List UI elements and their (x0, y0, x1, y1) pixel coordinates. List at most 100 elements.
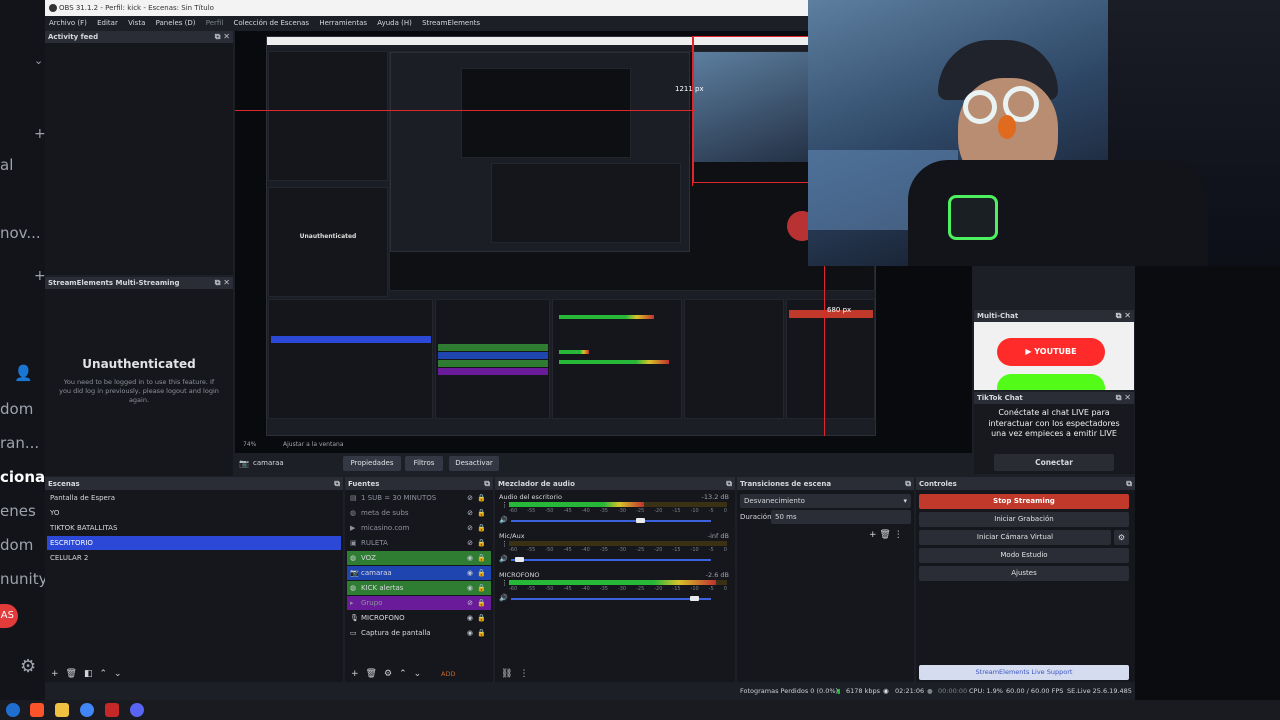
add-icon[interactable]: + (51, 669, 59, 679)
source-item[interactable]: 📷 camaraa ◉ 🔒 (347, 566, 491, 580)
filter-icon[interactable]: ◧ (84, 669, 93, 679)
filters-button[interactable]: Filtros (405, 456, 443, 471)
source-item[interactable]: ◍ VOZ ◉ 🔒 (347, 551, 491, 565)
menu-coleccion[interactable]: Colección de Escenas (234, 19, 310, 27)
add-icon[interactable]: + (869, 530, 877, 540)
dock-float-close-icon[interactable]: ⧉ ✕ (1116, 310, 1131, 322)
up-arrow-icon[interactable]: ⌃ (100, 669, 108, 679)
gear-icon[interactable]: ⚙ (20, 656, 36, 677)
source-item[interactable]: ▭ Captura de pantalla ◉ 🔒 (347, 626, 491, 640)
properties-button[interactable]: Propiedades (343, 456, 401, 471)
lock-icon[interactable]: 🔒 (477, 536, 486, 550)
volume-knob[interactable] (690, 596, 700, 601)
studio-mode-button[interactable]: Modo Estudio (919, 548, 1129, 563)
scene-item[interactable]: Pantalla de Espera (47, 491, 341, 505)
menu-ayuda[interactable]: Ayuda (H) (377, 19, 412, 27)
lock-icon[interactable]: 🔒 (477, 551, 486, 565)
down-arrow-icon[interactable]: ⌄ (114, 669, 122, 679)
lock-icon[interactable]: 🔒 (477, 611, 486, 625)
eye-hidden-icon[interactable]: ⊘ (467, 491, 473, 505)
lock-icon[interactable]: 🔒 (477, 491, 486, 505)
deactivate-button[interactable]: Desactivar (449, 456, 499, 471)
eye-icon[interactable]: ◉ (467, 581, 473, 595)
virtual-camera-button[interactable]: Iniciar Cámara Virtual (919, 530, 1111, 545)
dock-float-close-icon[interactable]: ⧉ ✕ (215, 277, 230, 289)
source-item[interactable]: ◍ meta de subs ⊘ 🔒 (347, 506, 491, 520)
trash-icon[interactable]: 🗑 (879, 530, 890, 540)
menu-paneles[interactable]: Paneles (D) (156, 19, 196, 27)
menu-streamelements[interactable]: StreamElements (422, 19, 480, 27)
scene-item-selected[interactable]: ESCRITORIO (47, 536, 341, 550)
channel-menu-icon[interactable]: ⋮ (501, 579, 508, 587)
volume-slider[interactable] (511, 596, 711, 601)
eye-hidden-icon[interactable]: ⊘ (467, 521, 473, 535)
live-support-button[interactable]: StreamElements Live Support (919, 665, 1129, 680)
scene-item[interactable]: TIKTOK BATALLITAS (47, 521, 341, 535)
settings-button[interactable]: Ajustes (919, 566, 1129, 581)
source-item[interactable]: ▣ RULETA ⊘ 🔒 (347, 536, 491, 550)
kick-button[interactable] (997, 374, 1105, 390)
dock-float-icon[interactable]: ⧉ (484, 478, 490, 490)
channel-menu-icon[interactable]: ⋮ (501, 540, 508, 548)
link-icon[interactable]: ⛓ (501, 669, 512, 679)
source-item[interactable]: ▸ Grupo ⊘ 🔒 (347, 596, 491, 610)
source-item[interactable]: 🎙 MICROFONO ◉ 🔒 (347, 611, 491, 625)
start-recording-button[interactable]: Iniciar Grabación (919, 512, 1129, 527)
eye-icon[interactable]: ◉ (467, 611, 473, 625)
menu-herramientas[interactable]: Herramientas (319, 19, 367, 27)
add-icon[interactable]: + (351, 669, 359, 679)
dock-float-close-icon[interactable]: ⧉ ✕ (215, 31, 230, 43)
trash-icon[interactable]: 🗑 (366, 669, 377, 679)
source-item[interactable]: ▶ micasino.com ⊘ 🔒 (347, 521, 491, 535)
eye-icon[interactable]: ◉ (467, 551, 473, 565)
volume-knob[interactable] (635, 518, 645, 523)
up-arrow-icon[interactable]: ⌃ (399, 669, 407, 679)
lock-icon[interactable]: 🔒 (477, 521, 486, 535)
virtual-camera-settings-icon[interactable]: ⚙ (1114, 530, 1129, 545)
more-icon[interactable]: ⋮ (894, 530, 903, 540)
edge-icon[interactable] (6, 703, 20, 717)
menu-perfil[interactable]: Perfil (206, 19, 224, 27)
source-item[interactable]: ▤ 1 SUB = 30 MINUTOS ⊘ 🔒 (347, 491, 491, 505)
eye-hidden-icon[interactable]: ⊘ (467, 506, 473, 520)
discord-icon[interactable] (130, 703, 144, 717)
duration-spinbox[interactable]: 50 ms (771, 510, 911, 524)
brave-icon[interactable] (30, 703, 44, 717)
lock-icon[interactable]: 🔒 (477, 581, 486, 595)
speaker-icon[interactable]: 🔊 (499, 555, 508, 563)
eye-icon[interactable]: ◉ (467, 566, 473, 580)
eye-icon[interactable]: ◉ (467, 626, 473, 640)
channel-menu-icon[interactable]: ⋮ (501, 501, 508, 509)
chrome-icon[interactable] (80, 703, 94, 717)
app-icon[interactable] (105, 703, 119, 717)
gear-icon[interactable]: ⚙ (384, 669, 392, 679)
speaker-icon[interactable]: 🔊 (499, 516, 508, 524)
menu-vista[interactable]: Vista (128, 19, 145, 27)
tiktok-connect-button[interactable]: Conectar (994, 454, 1114, 471)
volume-slider[interactable] (511, 518, 711, 523)
lock-icon[interactable]: 🔒 (477, 506, 486, 520)
dock-float-icon[interactable]: ⧉ (905, 478, 911, 490)
lock-icon[interactable]: 🔒 (477, 626, 486, 640)
volume-slider[interactable] (511, 557, 711, 562)
youtube-button[interactable]: ▶ YOUTUBE (997, 338, 1105, 366)
dock-float-icon[interactable]: ⧉ (726, 478, 732, 490)
more-icon[interactable]: ⋮ (519, 669, 528, 679)
source-item[interactable]: ◍ KICK alertas ◉ 🔒 (347, 581, 491, 595)
menu-editar[interactable]: Editar (97, 19, 118, 27)
menu-archivo[interactable]: Archivo (F) (49, 19, 87, 27)
folder-icon[interactable] (55, 703, 69, 717)
eye-hidden-icon[interactable]: ⊘ (467, 596, 473, 610)
down-arrow-icon[interactable]: ⌄ (414, 669, 422, 679)
scene-item[interactable]: CELULAR 2 (47, 551, 341, 565)
lock-icon[interactable]: 🔒 (477, 566, 486, 580)
stop-streaming-button[interactable]: Stop Streaming (919, 494, 1129, 509)
scene-item[interactable]: YO (47, 506, 341, 520)
eye-hidden-icon[interactable]: ⊘ (467, 536, 473, 550)
trash-icon[interactable]: 🗑 (66, 669, 77, 679)
dock-float-icon[interactable]: ⧉ (334, 478, 340, 490)
transition-select[interactable]: Desvanecimiento ▾ (740, 494, 911, 508)
lock-icon[interactable]: 🔒 (477, 596, 486, 610)
volume-knob[interactable] (514, 557, 524, 562)
dock-float-icon[interactable]: ⧉ (1126, 478, 1132, 490)
